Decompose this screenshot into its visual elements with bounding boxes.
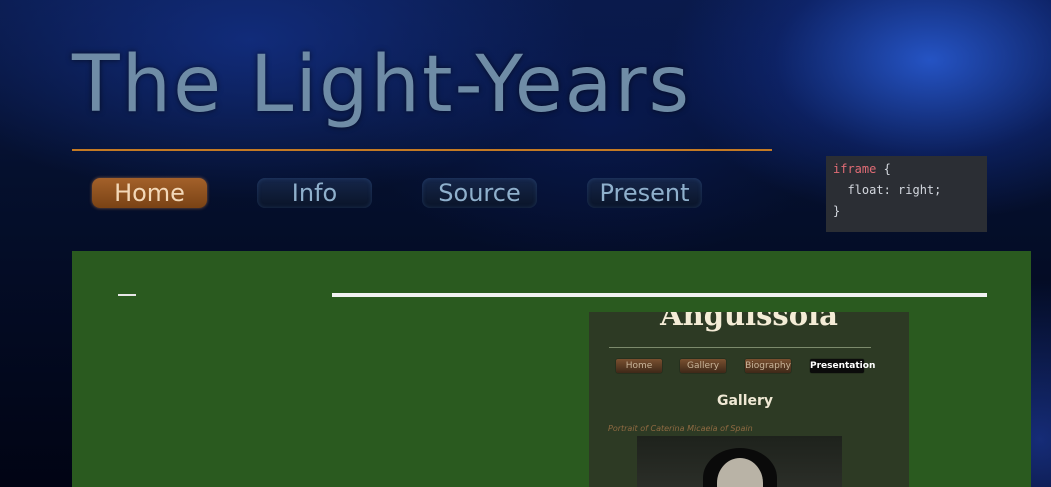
nav-home-button[interactable]: Home: [92, 178, 207, 208]
embedded-iframe[interactable]: Anguissola Home Gallery Biography Presen…: [589, 312, 909, 487]
code-open-brace: {: [883, 162, 891, 176]
horizontal-rule: [332, 293, 987, 297]
site-title: The Light-Years: [72, 40, 692, 130]
iframe-nav-presentation[interactable]: Presentation: [810, 359, 875, 373]
iframe-divider: [609, 347, 871, 348]
code-selector: iframe: [833, 162, 877, 176]
iframe-portrait-caption: Portrait of Caterina Micaela of Spain: [608, 424, 753, 433]
nav-info-button[interactable]: Info: [257, 178, 372, 208]
iframe-nav-home[interactable]: Home: [616, 359, 662, 373]
nav-present-button[interactable]: Present: [587, 178, 702, 208]
code-property-line: float: right;: [833, 183, 942, 197]
title-divider: [72, 149, 772, 151]
code-close-brace: }: [833, 204, 841, 218]
iframe-nav-gallery[interactable]: Gallery: [680, 359, 726, 373]
iframe-site-title: Anguissola: [660, 312, 838, 332]
iframe-gallery-heading: Gallery: [716, 393, 774, 409]
content-panel: Anguissola Home Gallery Biography Presen…: [72, 251, 1031, 487]
css-code-snippet: iframe { float: right; }: [826, 156, 987, 232]
portrait-image: [637, 436, 842, 487]
nav-source-button[interactable]: Source: [422, 178, 537, 208]
iframe-nav-biography[interactable]: Biography: [745, 359, 791, 373]
dash-mark: [118, 294, 136, 296]
